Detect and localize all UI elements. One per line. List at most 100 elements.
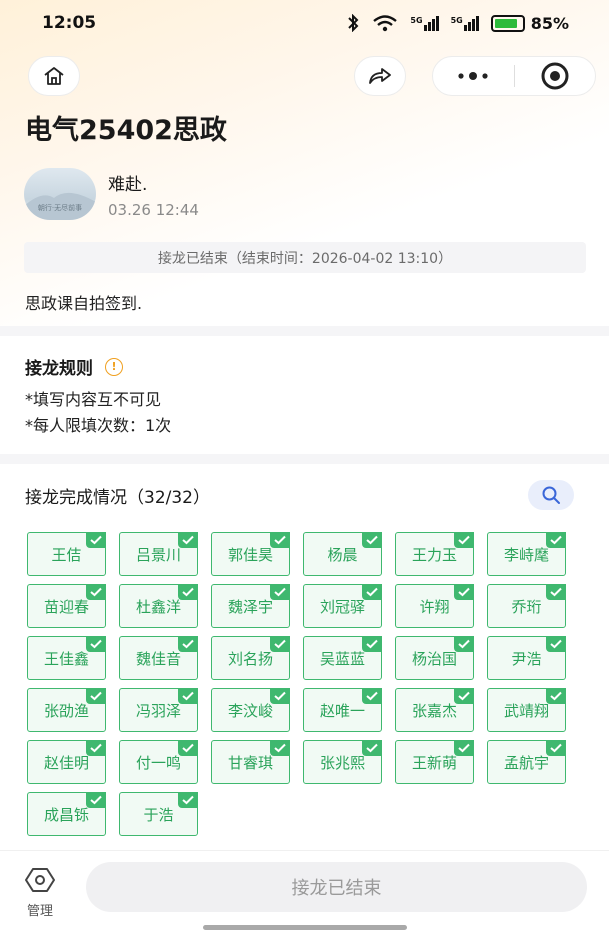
- participant-name: 杨晨: [327, 545, 358, 564]
- participant-tag[interactable]: 苗迎春: [27, 584, 106, 628]
- home-button[interactable]: [28, 56, 80, 96]
- participant-tag[interactable]: 李峙麾: [487, 532, 566, 576]
- participant-name: 吴蓝蓝: [319, 649, 365, 668]
- participant-name: 甘睿琪: [227, 753, 273, 772]
- participant-tag[interactable]: 郭佳昊: [211, 532, 290, 576]
- signal-icon: 5G: [410, 15, 439, 31]
- participant-name: 许翔: [419, 597, 450, 616]
- participant-tag[interactable]: 张兆熙: [303, 740, 382, 784]
- status-bar: 12:05 5G 5G 85%: [0, 0, 609, 46]
- participant-name: 于浩: [143, 805, 174, 824]
- participant-name: 郭佳昊: [227, 545, 273, 564]
- share-icon: [369, 68, 391, 84]
- section-divider: [0, 326, 609, 336]
- author-info: 难赴. 03.26 12:44: [108, 170, 199, 219]
- checkmark-icon: [86, 532, 106, 548]
- participant-tag[interactable]: 杜鑫洋: [119, 584, 198, 628]
- participant-name: 尹浩: [511, 649, 542, 668]
- header-gradient: [0, 0, 609, 330]
- share-button[interactable]: [354, 56, 406, 96]
- search-button[interactable]: [528, 480, 574, 510]
- info-icon[interactable]: !: [105, 357, 123, 376]
- checkmark-icon: [454, 688, 474, 704]
- author-time: 03.26 12:44: [108, 200, 199, 219]
- participant-name: 赵佳明: [43, 753, 89, 772]
- checkmark-icon: [270, 740, 290, 756]
- manage-label: 管理: [26, 904, 53, 919]
- progress-title: 接龙完成情况（32/32）: [25, 488, 210, 508]
- section-divider: [0, 454, 609, 464]
- participant-tag[interactable]: 冯羽泽: [119, 688, 198, 732]
- participant-name: 赵唯一: [319, 701, 365, 720]
- participant-tag[interactable]: 乔珩: [487, 584, 566, 628]
- rules-heading: 接龙规则 !: [25, 354, 123, 379]
- checkmark-icon: [86, 636, 106, 652]
- author-block: 朝行·无尽前事 难赴. 03.26 12:44: [24, 168, 199, 220]
- status-icons: 5G 5G 85%: [346, 14, 569, 33]
- checkmark-icon: [546, 688, 566, 704]
- checkmark-icon: [546, 636, 566, 652]
- participant-name: 李汶峻: [227, 701, 273, 720]
- participant-tag[interactable]: 魏泽宇: [211, 584, 290, 628]
- checkmark-icon: [546, 740, 566, 756]
- participant-tag[interactable]: 王佶: [27, 532, 106, 576]
- participant-tag[interactable]: 付一鸣: [119, 740, 198, 784]
- participant-tag[interactable]: 于浩: [119, 792, 198, 836]
- settings-hexagon-icon: [25, 868, 55, 892]
- participant-tag[interactable]: 王力玉: [395, 532, 474, 576]
- participant-name: 王新萌: [411, 753, 457, 772]
- checkmark-icon: [546, 532, 566, 548]
- participant-tag[interactable]: 魏佳音: [119, 636, 198, 680]
- rule-item: *填写内容互不可见: [25, 390, 162, 409]
- checkmark-icon: [454, 584, 474, 600]
- checkmark-icon: [270, 688, 290, 704]
- participant-tag[interactable]: 刘名扬: [211, 636, 290, 680]
- battery-indicator: 85%: [490, 14, 569, 33]
- participant-name: 王佶: [51, 545, 82, 564]
- participant-name: 魏泽宇: [227, 597, 273, 616]
- checkmark-icon: [270, 532, 290, 548]
- checkmark-icon: [270, 584, 290, 600]
- participant-tag[interactable]: 张劭渔: [27, 688, 106, 732]
- checkmark-icon: [362, 740, 382, 756]
- participant-name: 杨治国: [411, 649, 457, 668]
- signal-icon-2: 5G: [451, 15, 479, 31]
- checkmark-icon: [178, 688, 198, 704]
- checkmark-icon: [86, 688, 106, 704]
- rules-title: 接龙规则: [25, 359, 93, 379]
- author-name: 难赴.: [108, 174, 148, 195]
- participant-tag[interactable]: 杨治国: [395, 636, 474, 680]
- participant-tag[interactable]: 王新萌: [395, 740, 474, 784]
- participant-tag[interactable]: 赵唯一: [303, 688, 382, 732]
- checkmark-icon: [454, 532, 474, 548]
- manage-button[interactable]: 管理: [22, 867, 58, 919]
- avatar-watermark: 朝行·无尽前事: [37, 204, 83, 212]
- ended-button[interactable]: 接龙已结束: [86, 862, 587, 912]
- more-button[interactable]: [433, 57, 514, 95]
- participant-tag[interactable]: 赵佳明: [27, 740, 106, 784]
- participant-tag[interactable]: 王佳鑫: [27, 636, 106, 680]
- participant-tag[interactable]: 许翔: [395, 584, 474, 628]
- avatar[interactable]: 朝行·无尽前事: [24, 168, 96, 220]
- checkmark-icon: [86, 792, 106, 808]
- capsule-menu: [432, 56, 596, 96]
- participant-tag[interactable]: 吕景川: [119, 532, 198, 576]
- participant-tag[interactable]: 李汶峻: [211, 688, 290, 732]
- participant-tag[interactable]: 成昌铄: [27, 792, 106, 836]
- bottom-bar: 管理 接龙已结束: [0, 850, 609, 938]
- participant-tag[interactable]: 杨晨: [303, 532, 382, 576]
- checkmark-icon: [178, 532, 198, 548]
- bluetooth-icon: [348, 14, 359, 32]
- battery-fill: [494, 18, 517, 28]
- checkmark-icon: [362, 688, 382, 704]
- participant-name: 张劭渔: [43, 701, 89, 720]
- participant-tag[interactable]: 刘冠驿: [303, 584, 382, 628]
- participant-tag[interactable]: 尹浩: [487, 636, 566, 680]
- close-button[interactable]: [515, 57, 596, 95]
- participant-tag[interactable]: 张嘉杰: [395, 688, 474, 732]
- participant-tag[interactable]: 武靖翔: [487, 688, 566, 732]
- checkmark-icon: [178, 584, 198, 600]
- participant-tag[interactable]: 吴蓝蓝: [303, 636, 382, 680]
- participant-tag[interactable]: 孟航宇: [487, 740, 566, 784]
- participant-tag[interactable]: 甘睿琪: [211, 740, 290, 784]
